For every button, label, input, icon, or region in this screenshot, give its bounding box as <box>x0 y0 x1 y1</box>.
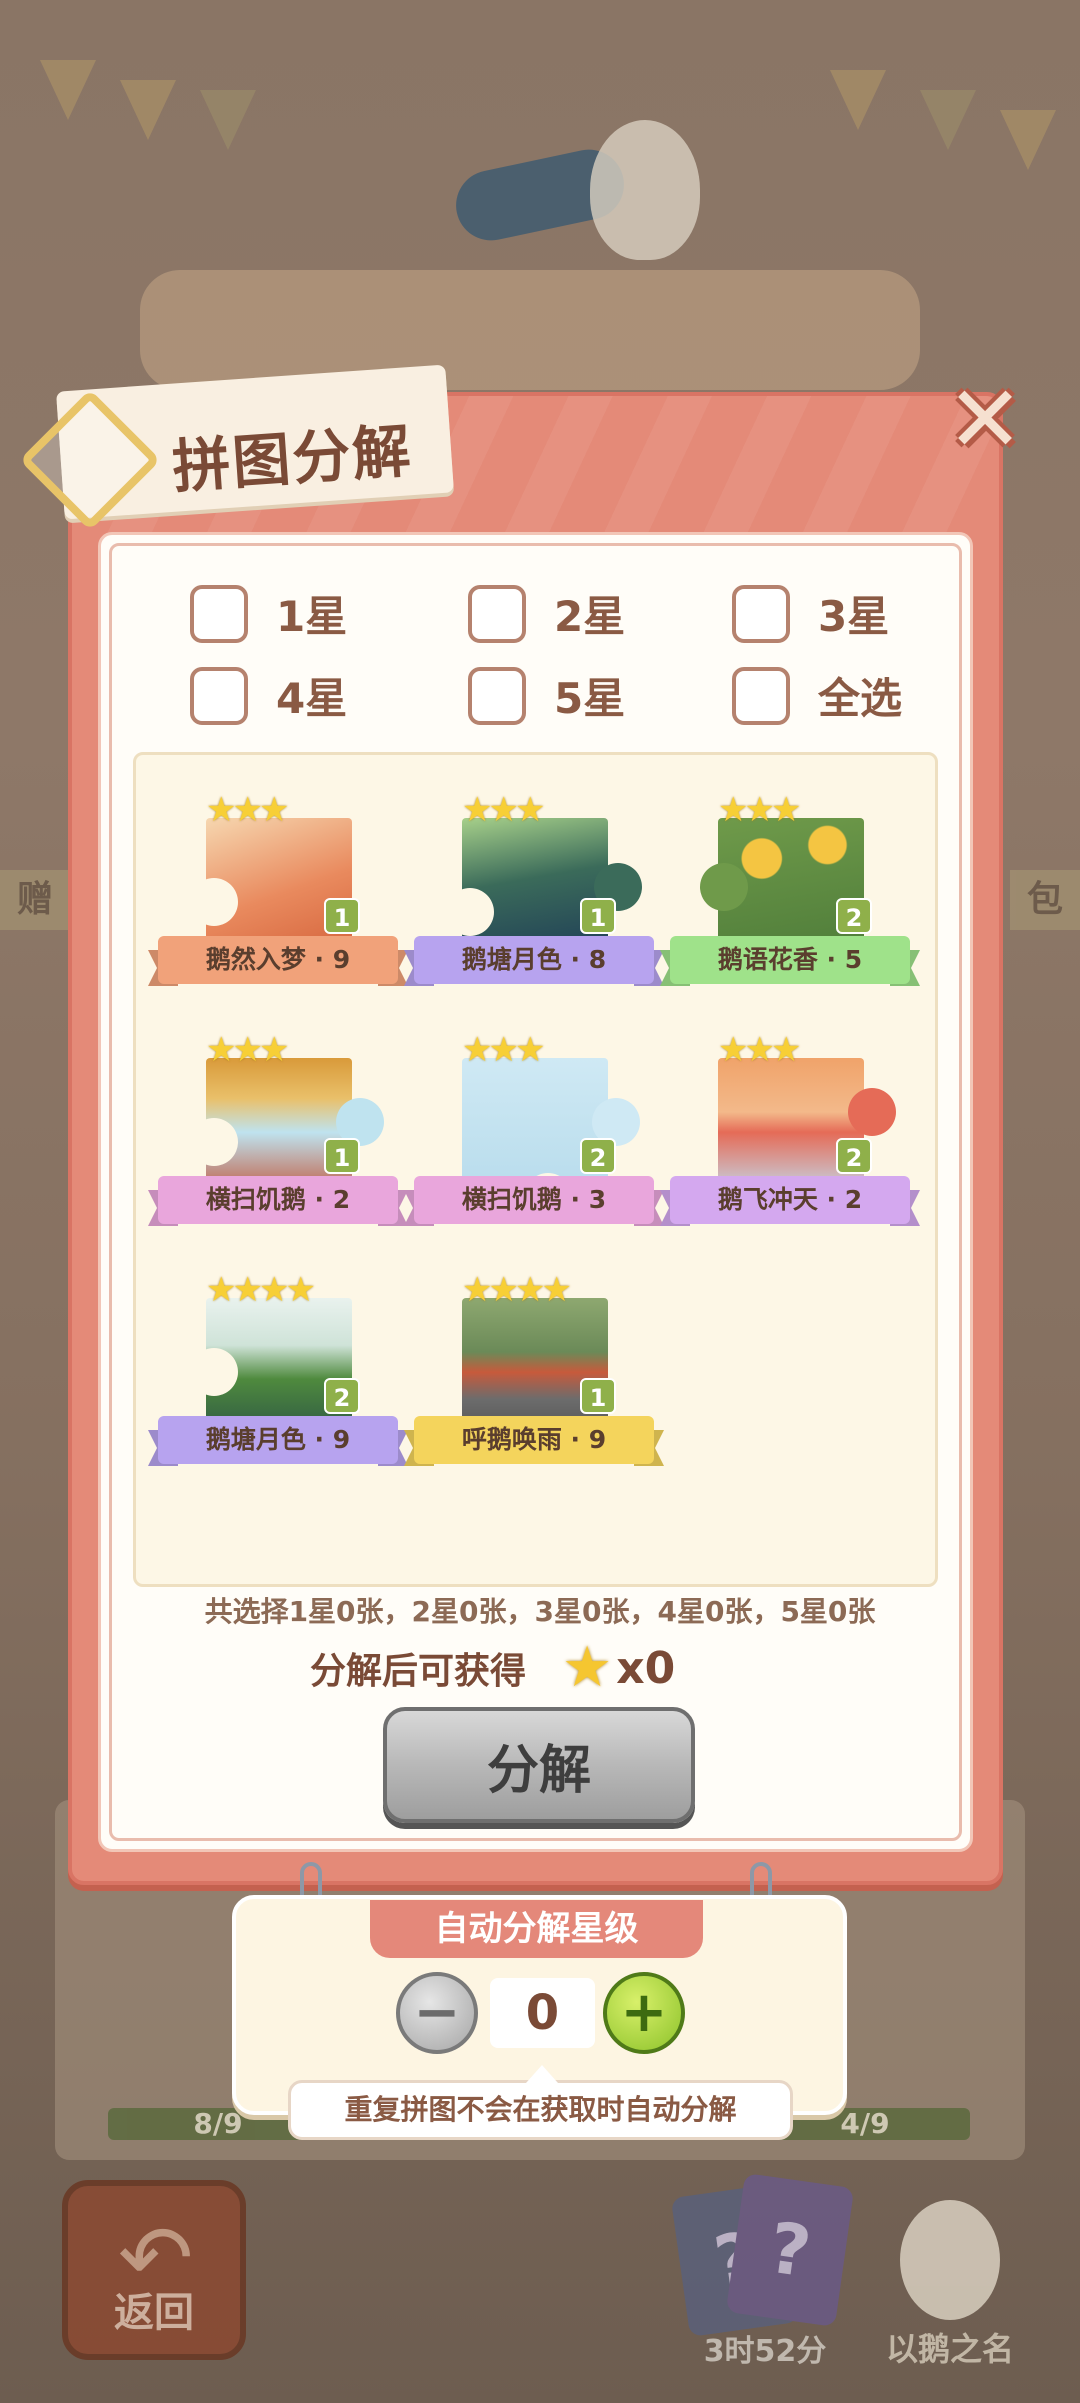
puzzle-piece[interactable]: ★★★★ 鹅塘月色 · 9 2 <box>148 1248 408 1473</box>
reward-preview: 分解后可获得 ★ x0 <box>310 1640 675 1696</box>
bunting-flag <box>40 60 96 120</box>
filter-label: 2星 <box>554 592 626 641</box>
puzzle-notch <box>446 888 494 936</box>
star-rating: ★★★★ <box>206 1270 316 1310</box>
puzzle-piece[interactable]: ★★★★ 呼鹅唤雨 · 9 1 <box>404 1248 664 1473</box>
puzzle-tab <box>700 863 748 911</box>
back-button-label: 返回 <box>114 2290 194 2336</box>
filter-label: 4星 <box>276 674 348 723</box>
decompose-button[interactable]: 分解 <box>383 1707 695 1823</box>
mystery-cards-button[interactable]: ? ? 3时52分 <box>670 2173 855 2370</box>
puzzle-notch <box>190 1118 238 1166</box>
background-side-tag-left: 赠 <box>0 870 70 930</box>
puzzle-notch <box>190 1348 238 1396</box>
puzzle-piece[interactable]: ★★★ 横扫饥鹅 · 3 2 <box>404 1008 664 1233</box>
piece-count-badge: 2 <box>580 1138 616 1174</box>
piece-name: 呼鹅唤雨 · 9 <box>414 1416 654 1464</box>
close-button[interactable]: ✕ <box>945 374 1025 466</box>
piece-name: 鹅飞冲天 · 2 <box>670 1176 910 1224</box>
filter-5-star[interactable]: 5星 <box>468 665 625 726</box>
bunting-flag <box>920 90 976 150</box>
bunting-flag <box>1000 110 1056 170</box>
selection-summary: 共选择1星0张，2星0张，3星0张，4星0张，5星0张 <box>204 1595 876 1628</box>
filter-4-star[interactable]: 4星 <box>190 665 347 726</box>
decrease-button[interactable]: − <box>396 1972 478 2054</box>
bunting-flag <box>120 80 176 140</box>
piece-name: 鹅塘月色 · 9 <box>158 1416 398 1464</box>
star-rating: ★★★ <box>462 1030 545 1070</box>
star-rating: ★★★ <box>206 790 289 830</box>
star-rating: ★★★★ <box>462 1270 572 1310</box>
goose-icon <box>900 2200 1000 2320</box>
auto-decompose-title: 自动分解星级 <box>370 1900 703 1958</box>
filter-select-all[interactable]: 全选 <box>732 665 902 726</box>
piece-count-badge: 2 <box>836 898 872 934</box>
checkbox[interactable] <box>732 584 790 643</box>
mystery-card-icon: ? <box>725 2173 855 2327</box>
goose-name-label: 以鹅之名 <box>885 2330 1014 2368</box>
increase-button[interactable]: + <box>603 1972 685 2054</box>
bunting-flag <box>830 70 886 130</box>
goose-name-button[interactable]: 以鹅之名 <box>870 2190 1030 2370</box>
checkbox[interactable] <box>468 666 526 725</box>
puzzle-piece[interactable]: ★★★ 鹅语花香 · 5 2 <box>660 768 920 993</box>
auto-star-level-value: 0 <box>490 1978 595 2048</box>
filter-2-star[interactable]: 2星 <box>468 583 625 644</box>
piece-count-badge: 1 <box>580 898 616 934</box>
bunting-flag <box>200 90 256 150</box>
filter-label: 1星 <box>276 592 348 641</box>
checkbox[interactable] <box>468 584 526 643</box>
dialog-title: 拼图分解 <box>170 416 415 502</box>
piece-count-badge: 2 <box>836 1138 872 1174</box>
piece-name: 鹅语花香 · 5 <box>670 936 910 984</box>
piece-count-badge: 1 <box>324 1138 360 1174</box>
piece-count-badge: 1 <box>580 1378 616 1414</box>
puzzle-tab <box>848 1088 896 1136</box>
puzzle-notch <box>190 878 238 926</box>
filter-label: 全选 <box>818 674 903 723</box>
background-title-banner <box>140 270 920 390</box>
star-icon: ★ <box>562 1635 613 1700</box>
filter-label: 5星 <box>554 674 626 723</box>
piece-name: 横扫饥鹅 · 2 <box>158 1176 398 1224</box>
piece-name: 横扫饥鹅 · 3 <box>414 1176 654 1224</box>
puzzle-piece[interactable]: ★★★ 鹅飞冲天 · 2 2 <box>660 1008 920 1233</box>
filter-3-star[interactable]: 3星 <box>732 583 889 644</box>
star-rating: ★★★ <box>718 790 801 830</box>
puzzle-piece[interactable]: ★★★ 鹅塘月色 · 8 1 <box>404 768 664 993</box>
checkbox[interactable] <box>190 666 248 725</box>
reward-count: x0 <box>616 1642 676 1694</box>
piece-name: 鹅然入梦 · 9 <box>158 936 398 984</box>
filter-1-star[interactable]: 1星 <box>190 583 347 644</box>
background-side-tag-right: 包 <box>1010 870 1080 930</box>
back-button[interactable]: ↶ 返回 <box>62 2180 246 2360</box>
checkbox[interactable] <box>732 666 790 725</box>
reward-label: 分解后可获得 <box>310 1651 527 1692</box>
filter-label: 3星 <box>818 592 890 641</box>
background-goose-icon <box>590 120 700 260</box>
star-rating: ★★★ <box>206 1030 289 1070</box>
cards-timer: 3时52分 <box>703 2334 827 2369</box>
piece-name: 鹅塘月色 · 8 <box>414 936 654 984</box>
puzzle-piece[interactable]: ★★★ 横扫饥鹅 · 2 1 <box>148 1008 408 1233</box>
piece-count-badge: 1 <box>324 898 360 934</box>
piece-count-badge: 2 <box>324 1378 360 1414</box>
auto-decompose-tip: 重复拼图不会在获取时自动分解 <box>288 2065 793 2140</box>
star-rating: ★★★ <box>462 790 545 830</box>
star-rating: ★★★ <box>718 1030 801 1070</box>
checkbox[interactable] <box>190 584 248 643</box>
puzzle-piece[interactable]: ★★★ 鹅然入梦 · 9 1 <box>148 768 408 993</box>
